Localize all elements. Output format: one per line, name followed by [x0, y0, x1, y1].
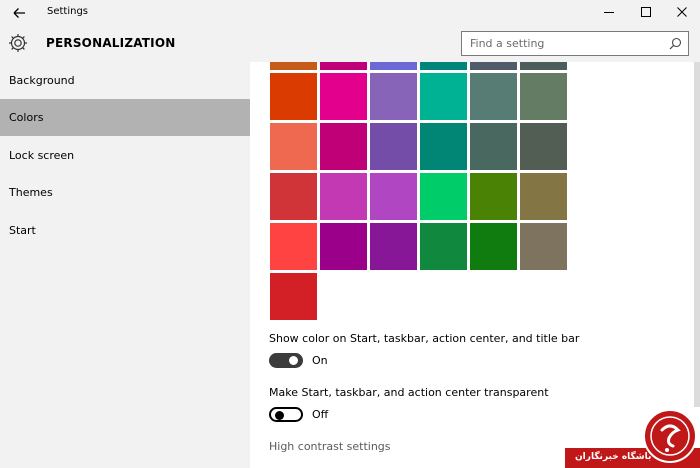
color-swatch[interactable] [320, 73, 367, 120]
color-swatch[interactable] [370, 223, 417, 270]
sidebar-item-start[interactable]: Start [0, 212, 250, 249]
sidebar-item-label: Themes [9, 186, 53, 199]
color-swatch[interactable] [270, 123, 317, 170]
toggle-knob [289, 356, 298, 365]
color-swatch[interactable] [520, 173, 567, 220]
sidebar-item-label: Start [9, 224, 36, 237]
color-swatch[interactable] [270, 62, 317, 70]
color-swatch[interactable] [320, 173, 367, 220]
color-swatch[interactable] [320, 123, 367, 170]
color-swatch[interactable] [270, 73, 317, 120]
color-swatch[interactable] [370, 62, 417, 70]
sidebar-item-lock-screen[interactable]: Lock screen [0, 137, 250, 174]
show-color-toggle[interactable] [269, 353, 303, 368]
minimize-icon [604, 12, 614, 13]
high-contrast-link[interactable]: High contrast settings [269, 440, 391, 453]
back-arrow-icon [13, 8, 25, 18]
window-title: Settings [47, 6, 89, 17]
color-swatch[interactable] [520, 123, 567, 170]
color-swatch[interactable] [370, 123, 417, 170]
page-title: PERSONALIZATION [46, 36, 176, 50]
color-swatch[interactable] [370, 173, 417, 220]
search-icon[interactable] [669, 37, 682, 50]
show-color-label: Show color on Start, taskbar, action cen… [269, 332, 580, 345]
sidebar-item-label: Background [9, 74, 75, 87]
transparent-toggle[interactable] [269, 407, 303, 422]
color-swatch[interactable] [470, 223, 517, 270]
color-swatch[interactable] [520, 73, 567, 120]
color-swatch[interactable] [520, 223, 567, 270]
color-swatch[interactable] [270, 223, 317, 270]
page-header: PERSONALIZATION [0, 25, 700, 62]
color-swatch[interactable] [370, 73, 417, 120]
color-swatch[interactable] [320, 223, 367, 270]
color-swatch[interactable] [470, 173, 517, 220]
search-box[interactable] [461, 31, 689, 56]
sidebar-item-themes[interactable]: Themes [0, 174, 250, 211]
sidebar-item-colors[interactable]: Colors [0, 99, 250, 136]
back-button[interactable] [8, 4, 30, 22]
show-color-state: On [312, 354, 328, 367]
search-input[interactable] [462, 32, 662, 55]
color-swatch[interactable] [420, 62, 467, 70]
sidebar-item-label: Colors [9, 111, 44, 124]
maximize-icon [641, 7, 651, 17]
color-swatch[interactable] [470, 62, 517, 70]
sidebar-item-background[interactable]: Background [0, 62, 250, 99]
color-swatch[interactable] [520, 62, 567, 70]
maximize-button[interactable] [631, 3, 661, 21]
minimize-button[interactable] [594, 3, 624, 21]
color-swatch[interactable] [420, 223, 467, 270]
sidebar-item-label: Lock screen [9, 149, 75, 162]
main-content: Show color on Start, taskbar, action cen… [250, 62, 700, 468]
scrollbar[interactable] [694, 62, 700, 407]
color-swatch[interactable] [320, 62, 367, 70]
color-swatch[interactable] [270, 273, 317, 320]
close-button[interactable] [667, 3, 697, 21]
watermark-text: باشگاه خبرنگاران [575, 452, 652, 462]
sidebar: Background Colors Lock screen Themes Sta… [0, 62, 250, 468]
color-swatch[interactable] [420, 173, 467, 220]
transparent-state: Off [312, 408, 329, 421]
color-swatch[interactable] [470, 73, 517, 120]
color-swatch[interactable] [270, 173, 317, 220]
color-swatch[interactable] [470, 123, 517, 170]
color-swatch[interactable] [420, 123, 467, 170]
title-bar: Settings [0, 0, 700, 25]
watermark-logo-icon [642, 408, 698, 464]
transparent-label: Make Start, taskbar, and action center t… [269, 386, 549, 399]
color-swatch[interactable] [420, 73, 467, 120]
toggle-knob [275, 410, 284, 420]
close-icon [677, 7, 687, 17]
gear-icon [7, 32, 29, 54]
